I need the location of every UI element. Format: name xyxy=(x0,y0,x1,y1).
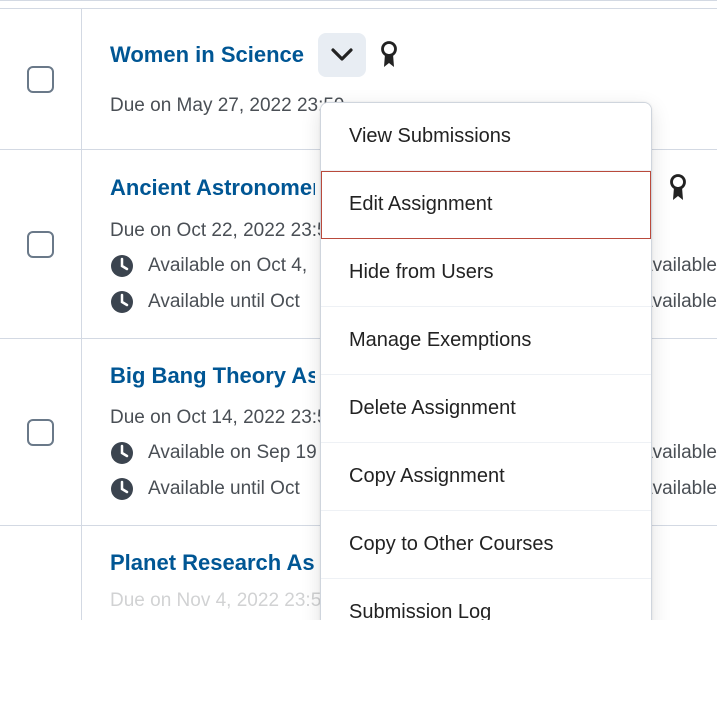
row-checkbox[interactable] xyxy=(27,231,54,258)
menu-hide-from-users[interactable]: Hide from Users xyxy=(321,239,651,307)
row-checkbox[interactable] xyxy=(27,66,54,93)
row-checkbox[interactable] xyxy=(27,419,54,446)
context-menu-button[interactable] xyxy=(318,33,366,77)
clock-icon xyxy=(110,441,134,465)
menu-submission-log[interactable]: Submission Log xyxy=(321,579,651,620)
assignment-title-link[interactable]: Planet Research Assignment xyxy=(110,550,315,576)
context-menu: View Submissions Edit Assignment Hide fr… xyxy=(320,102,652,620)
availability-start: Available on Sep 19 xyxy=(148,442,317,464)
checkbox-cell xyxy=(0,9,82,149)
clock-icon xyxy=(110,477,134,501)
menu-copy-assignment[interactable]: Copy Assignment xyxy=(321,443,651,511)
checkbox-cell xyxy=(0,526,82,620)
checkbox-cell xyxy=(0,150,82,338)
menu-edit-assignment[interactable]: Edit Assignment xyxy=(321,171,651,239)
availability-start: Available on Oct 4, xyxy=(148,255,307,277)
header-spacer xyxy=(0,1,717,9)
checkbox-cell xyxy=(0,339,82,525)
chevron-down-icon xyxy=(331,48,353,62)
assignment-title-link[interactable]: Women in Science xyxy=(110,42,304,68)
award-icon xyxy=(669,174,687,202)
assignment-title-link[interactable]: Ancient Astronomers from Around the Worl… xyxy=(110,175,315,201)
award-icon xyxy=(380,41,398,69)
menu-copy-to-courses[interactable]: Copy to Other Courses xyxy=(321,511,651,579)
availability-end: Available until Oct xyxy=(148,291,300,313)
menu-manage-exemptions[interactable]: Manage Exemptions xyxy=(321,307,651,375)
clock-icon xyxy=(110,254,134,278)
assignment-title-link[interactable]: Big Bang Theory Assignment xyxy=(110,363,315,389)
menu-view-submissions[interactable]: View Submissions xyxy=(321,103,651,171)
clock-icon xyxy=(110,290,134,314)
availability-end: Available until Oct xyxy=(148,478,300,500)
menu-delete-assignment[interactable]: Delete Assignment xyxy=(321,375,651,443)
